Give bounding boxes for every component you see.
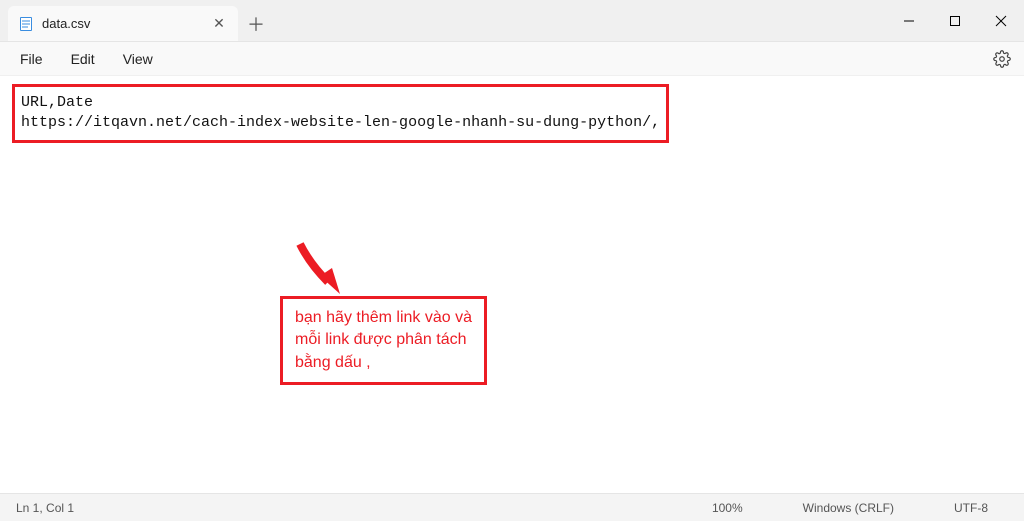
status-position: Ln 1, Col 1 [16,501,712,515]
status-zoom[interactable]: 100% [712,501,743,515]
editor-area[interactable]: URL,Date https://itqavn.net/cach-index-w… [0,76,1024,493]
file-line-1: URL,Date [21,94,93,111]
file-line-2: https://itqavn.net/cach-index-website-le… [21,114,660,131]
new-tab-button[interactable]: ＋ [238,6,274,41]
settings-button[interactable] [988,45,1016,73]
menu-view[interactable]: View [111,47,165,71]
close-window-button[interactable] [978,0,1024,41]
minimize-button[interactable] [886,0,932,41]
status-line-ending[interactable]: Windows (CRLF) [803,501,894,515]
menubar: File Edit View [0,42,1024,76]
tab[interactable]: data.csv ✕ [8,6,238,41]
callout-line-3: bằng dấu , [295,352,472,374]
menu-edit[interactable]: Edit [59,47,107,71]
annotation-highlight-box: URL,Date https://itqavn.net/cach-index-w… [12,84,669,143]
callout-line-1: bạn hãy thêm link vào và [295,307,472,329]
annotation-callout: bạn hãy thêm link vào và mỗi link được p… [280,296,487,385]
annotation-arrow-icon [290,234,350,294]
titlebar: data.csv ✕ ＋ [0,0,1024,42]
window-controls [886,0,1024,41]
tab-title: data.csv [42,16,202,31]
status-encoding[interactable]: UTF-8 [954,501,988,515]
file-content[interactable]: URL,Date https://itqavn.net/cach-index-w… [21,93,660,134]
callout-line-2: mỗi link được phân tách [295,329,472,351]
notepad-icon [18,16,34,32]
maximize-button[interactable] [932,0,978,41]
statusbar: Ln 1, Col 1 100% Windows (CRLF) UTF-8 [0,493,1024,521]
close-tab-button[interactable]: ✕ [210,15,228,33]
menu-file[interactable]: File [8,47,55,71]
